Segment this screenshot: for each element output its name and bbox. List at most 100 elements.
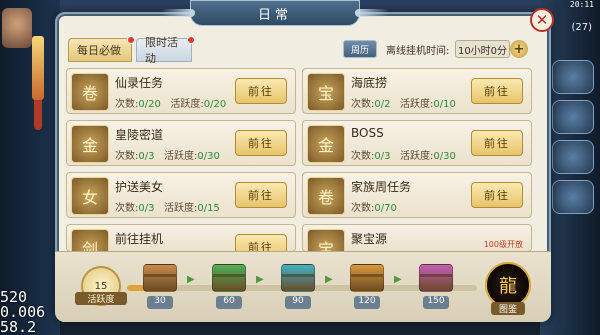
count-value: 0/20 [138,99,161,110]
activity-score-label: 活跃度 [75,292,127,305]
task-name: 护送美女 [115,180,164,194]
arrow-icon: ▶ [187,274,195,285]
task-name: 前往挂机 [115,232,164,246]
activity-label: 活跃度: [400,151,434,162]
task-name: 仙录任务 [115,76,164,90]
task-name: BOSS [351,126,384,140]
task-stats: 次数:0/3 活跃度:0/15 [115,199,220,214]
activity-progress-fill [127,285,145,291]
close-icon: ✕ [535,11,549,29]
go-button[interactable]: 前往 [471,78,523,104]
notification-dot-icon [127,36,135,44]
activity-progress-area: 15 活跃度 30 ▶ 60 ▶ 90 ▶ 120 ▶ 150 龍 图鉴 [55,251,551,322]
count-value: 0/3 [374,151,391,162]
notification-dot-icon [187,36,195,44]
clock-text: 20:11 [569,0,594,9]
title-wing-left [161,9,195,17]
activity-value: 0/15 [197,203,220,214]
task-name: 家族周任务 [351,180,412,194]
count-label: 次数: [115,151,139,162]
task-stats: 次数:0/3 活跃度:0/30 [115,147,220,162]
activity-label: 活跃度: [170,99,204,110]
side-menu-icon-4[interactable] [552,180,594,214]
scroll-icon: 卷 [71,73,109,111]
go-button[interactable]: 前往 [471,130,523,156]
activity-label: 活跃度: [164,151,198,162]
activity-value: 0/10 [433,99,456,110]
chest-label: 120 [354,296,380,309]
treasure-icon: 宝 [307,229,345,251]
panel-title-text: 日常 [257,7,292,23]
task-card: 宝 聚宝源 100级开放 [302,224,532,252]
title-wing-right [355,9,389,17]
go-button[interactable]: 前往 [235,182,287,208]
chest-label: 90 [285,296,311,309]
count-value: 0/2 [374,99,391,110]
activity-value: 0/20 [203,99,227,110]
close-button[interactable]: ✕ [530,8,554,32]
chest-label: 150 [423,296,449,309]
task-card: 女 护送美女 次数:0/3 活跃度:0/15 前往 [66,172,296,218]
fps-line: 58.2 [0,318,37,335]
reward-chest-90[interactable] [281,264,315,292]
reward-chest-30[interactable] [143,264,177,292]
weekly-calendar-button[interactable]: 周历 [343,40,377,58]
reward-chest-120[interactable] [350,264,384,292]
arrow-icon: ▶ [256,274,264,285]
guide-label: 图鉴 [491,302,525,315]
count-value: 0/3 [138,151,155,162]
tab-limited-event[interactable]: 限时活动 [136,36,195,65]
lady-portrait-icon: 女 [71,177,109,215]
go-button[interactable]: 前往 [471,182,523,208]
activity-label: 活跃度: [164,203,198,214]
plus-icon: + [513,41,525,57]
side-menu-icon-3[interactable] [552,140,594,174]
panel-title: 日常 [161,0,389,26]
count-label: 次数: [351,203,375,214]
go-button[interactable]: 前往 [235,234,287,251]
lantern-decoration [32,36,44,130]
count-label: 次数: [115,203,139,214]
add-offline-time-button[interactable]: + [510,40,528,58]
unlock-level-text: 100级开放 [483,240,523,249]
task-card: 金 皇陵密道 次数:0/3 活跃度:0/30 前往 [66,120,296,166]
reward-chest-150[interactable] [419,264,453,292]
task-stats: 次数:0/70 [351,199,397,214]
chest-label: 60 [216,296,242,309]
player-avatar[interactable] [2,8,32,48]
activity-value: 0/30 [197,151,220,162]
activity-label: 活跃度: [400,99,434,110]
treasure-pot-icon: 宝 [307,73,345,111]
chest-label: 30 [147,296,173,309]
count-value: 0/70 [374,203,397,214]
offline-time-value: 10小时0分 [455,40,510,58]
task-name: 聚宝源 [351,232,388,246]
reward-chest-60[interactable] [212,264,246,292]
activity-value: 0/30 [433,151,456,162]
count-value: 0/3 [138,203,155,214]
side-counter: (27) [571,22,592,33]
task-card: 剑 前往挂机 前往 [66,224,296,252]
go-button[interactable]: 前往 [235,78,287,104]
fps-overlay: 520 0.006 58.2 [0,290,45,335]
task-card: 金 BOSS 次数:0/3 活跃度:0/30 前往 [302,120,532,166]
side-menu-icon-2[interactable] [552,100,594,134]
background-left [0,0,60,335]
task-card: 宝 海底捞 次数:0/2 活跃度:0/10 前往 [302,68,532,114]
go-button[interactable]: 前往 [235,130,287,156]
task-card: 卷 家族周任务 次数:0/70 前往 [302,172,532,218]
side-menu-icon-1[interactable] [552,60,594,94]
count-label: 次数: [115,99,139,110]
task-card: 卷 仙录任务 次数:0/20 活跃度:0/20 前往 [66,68,296,114]
gold-ingot-icon: 金 [71,125,109,163]
arrow-icon: ▶ [394,274,402,285]
activity-score: 15 [94,280,108,292]
task-stats: 次数:0/2 活跃度:0/10 [351,95,456,110]
tab-daily-label: 每日必做 [77,44,121,57]
arrow-icon: ▶ [325,274,333,285]
scroll-icon: 卷 [307,177,345,215]
tab-event-label: 限时活动 [145,36,178,65]
task-name: 皇陵密道 [115,128,164,142]
dragon-icon: 龍 [499,276,517,297]
tab-daily-required[interactable]: 每日必做 [68,36,135,62]
